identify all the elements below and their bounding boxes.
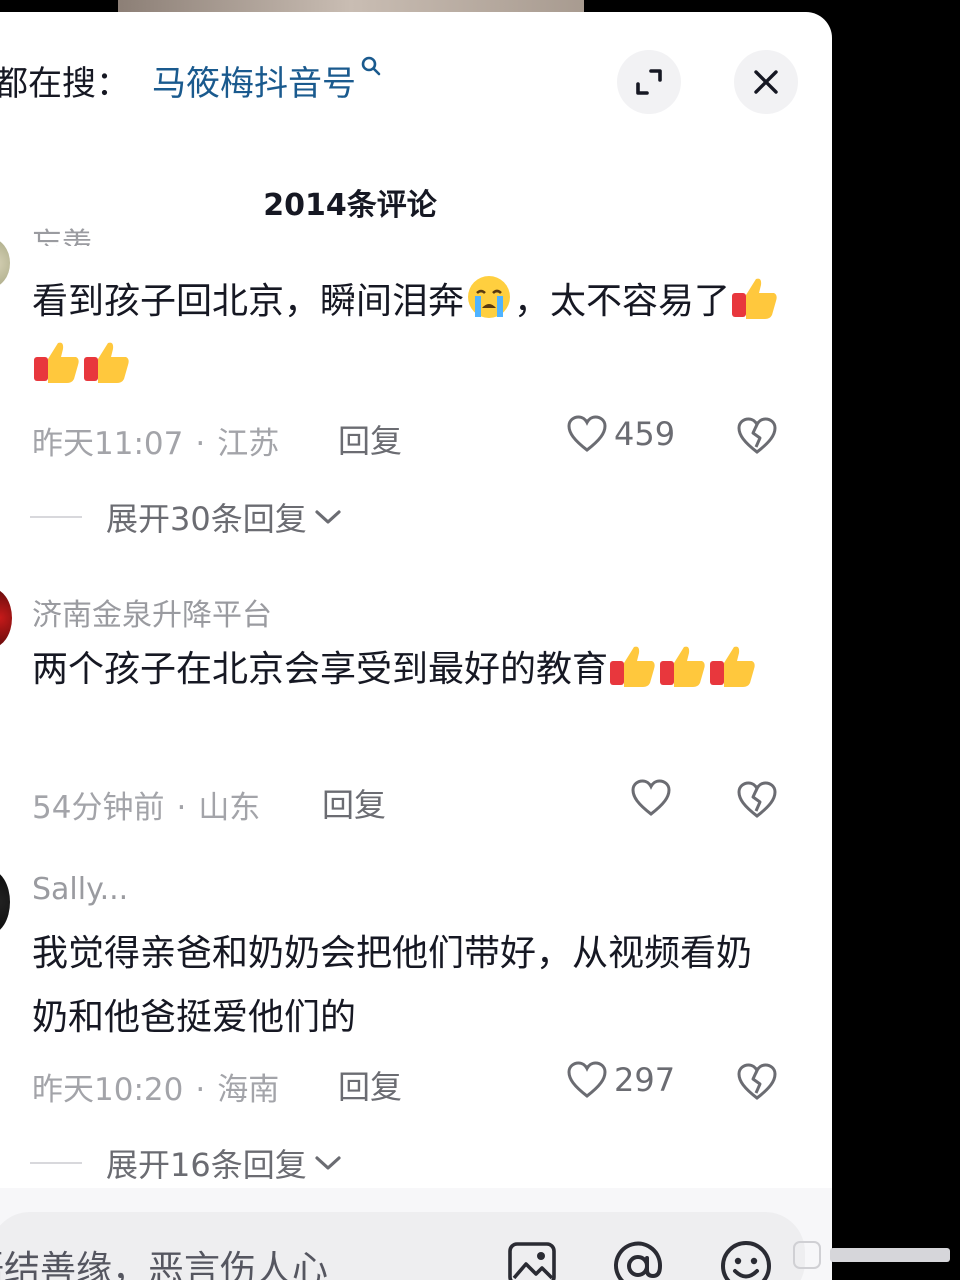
emoji-button[interactable]: [718, 1238, 771, 1280]
expand-replies-label: 展开16条回复: [106, 1146, 307, 1184]
close-button[interactable]: [734, 50, 798, 114]
avatar[interactable]: [0, 588, 12, 648]
search-term-link[interactable]: 马筱梅抖音号: [152, 56, 356, 105]
comment-text-part: ，太不容易了: [514, 281, 731, 322]
comment-location: 山东: [198, 790, 261, 826]
search-prefix: 都在搜：: [0, 63, 130, 104]
like-count: 297: [614, 1061, 676, 1099]
like-button[interactable]: 297: [566, 1060, 675, 1100]
heart-icon: [567, 1061, 607, 1098]
close-icon: [754, 70, 778, 94]
like-button[interactable]: [630, 778, 678, 818]
avatar[interactable]: [0, 238, 10, 288]
broken-heart-icon: [737, 781, 777, 818]
comment-time: 54分钟前: [32, 790, 165, 826]
like-count: 459: [614, 415, 676, 453]
comment-text: 两个孩子在北京会享受到最好的教育: [32, 638, 792, 702]
comment-username[interactable]: 济南金泉升降平台: [32, 590, 272, 634]
dislike-button[interactable]: [736, 1062, 778, 1106]
dislike-button[interactable]: [736, 780, 778, 824]
like-button[interactable]: 459: [566, 414, 675, 454]
comment-location: 江苏: [217, 426, 280, 462]
comment-input-placeholder: 善语结善缘，恶言伤人心: [0, 1249, 329, 1280]
crying-face-emoji-icon: [468, 276, 511, 318]
reply-button[interactable]: 回复: [338, 416, 402, 462]
expand-button[interactable]: [617, 50, 681, 114]
heart-icon: [567, 415, 607, 452]
emoji-icon: [721, 1241, 771, 1280]
chevron-down-icon: [315, 1156, 341, 1170]
comment-text: 我觉得亲爸和奶奶会把他们带好，从视频看奶奶和他爸挺爱他们的: [32, 933, 753, 1038]
expand-replies-label: 展开30条回复: [106, 500, 307, 538]
reply-button[interactable]: 回复: [322, 780, 386, 826]
comment-text-part: 看到孩子回北京，瞬间泪奔: [32, 281, 465, 322]
comment-text: 看到孩子回北京，瞬间泪奔 ，太不容易了: [32, 270, 792, 398]
meta-separator: ·: [176, 790, 187, 826]
image-icon: [508, 1242, 556, 1280]
expand-replies-button[interactable]: 展开16条回复: [30, 1140, 343, 1186]
meta-separator: ·: [195, 426, 206, 462]
meta-separator: ·: [195, 1072, 206, 1108]
thumbs-up-icon: [34, 342, 79, 383]
comment-count-title: 2014条评论: [263, 188, 437, 223]
expand-icon: [636, 69, 662, 95]
search-suggestion[interactable]: 都在搜： 马筱梅抖音号: [0, 54, 382, 106]
divider-line: [30, 1162, 82, 1164]
comment-meta: 昨天11:07 · 江苏: [32, 418, 279, 463]
broken-heart-icon: [737, 417, 777, 454]
comment-username[interactable]: 忘羡: [32, 222, 92, 246]
comment-meta: 54分钟前 · 山东: [32, 782, 260, 827]
thumbs-up-emojis: [608, 646, 758, 690]
heart-icon: [631, 779, 671, 816]
reply-button[interactable]: 回复: [338, 1062, 402, 1108]
comment-username[interactable]: Sally...: [32, 872, 128, 907]
thumbs-up-icon: [732, 278, 777, 319]
divider-line: [30, 516, 82, 518]
comment-text-part: 两个孩子在北京会享受到最好的教育: [32, 649, 609, 690]
comment-input-bar: 善语结善缘，恶言伤人心: [0, 1188, 832, 1280]
search-icon: [360, 55, 382, 81]
image-button[interactable]: [506, 1238, 558, 1280]
comment-meta: 昨天10:20 · 海南: [32, 1064, 279, 1109]
avatar[interactable]: [0, 870, 10, 934]
thumbs-up-icon: [660, 646, 705, 687]
mention-button[interactable]: [610, 1238, 663, 1280]
broken-heart-icon: [737, 1063, 777, 1100]
watermark: [790, 1238, 960, 1272]
expand-replies-button[interactable]: 展开30条回复: [30, 494, 343, 540]
comment-location: 海南: [217, 1072, 280, 1108]
comments-panel: 都在搜： 马筱梅抖音号 2014条评论 忘羡 看到孩子回北京，瞬间泪奔 ，太不容易…: [0, 12, 832, 1280]
chevron-down-icon: [315, 510, 341, 524]
at-icon: [614, 1241, 663, 1280]
thumbs-up-icon: [710, 646, 755, 687]
thumbs-up-icon: [84, 342, 129, 383]
comment-time: 昨天10:20: [32, 1072, 184, 1108]
comment-time: 昨天11:07: [32, 426, 184, 462]
thumbs-up-icon: [610, 646, 655, 687]
dislike-button[interactable]: [736, 416, 778, 460]
